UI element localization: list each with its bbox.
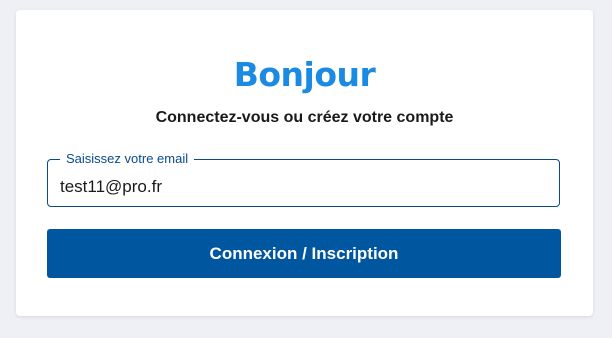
email-field[interactable]: Saisissez votre email: [47, 151, 560, 207]
page-subtitle: Connectez-vous ou créez votre compte: [155, 109, 454, 126]
page-title: Bonjour: [233, 55, 376, 94]
login-signup-button[interactable]: Connexion / Inscription: [47, 229, 561, 278]
login-card: Bonjour Connectez-vous ou créez votre co…: [16, 10, 593, 316]
email-input[interactable]: [48, 160, 559, 206]
